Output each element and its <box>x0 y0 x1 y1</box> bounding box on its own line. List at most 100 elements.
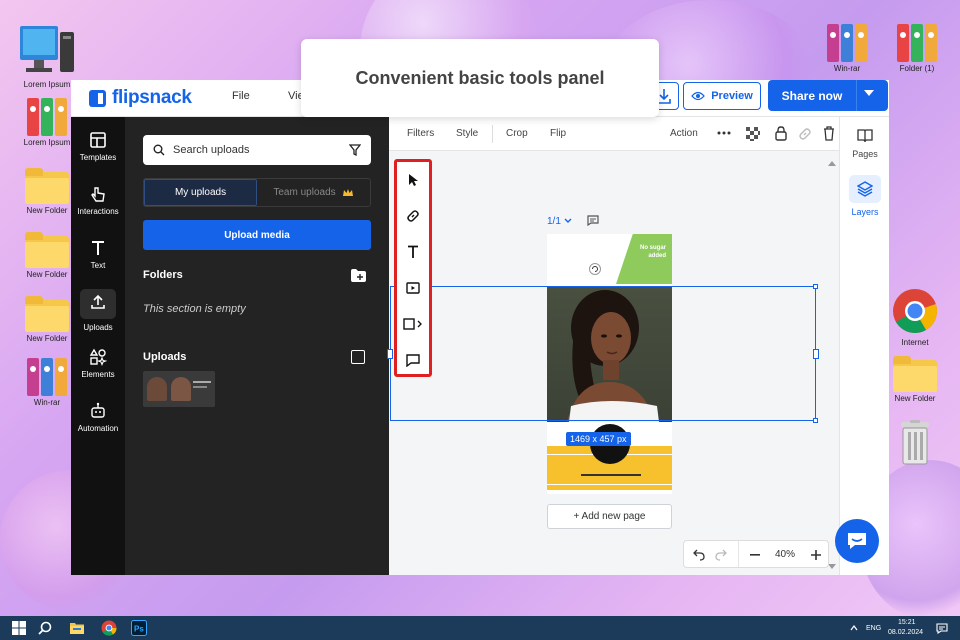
language-indicator[interactable]: ENG <box>866 625 881 632</box>
desktop-icon-winrar[interactable]: Win-rar <box>815 22 879 73</box>
scroll-down-icon <box>828 564 836 569</box>
desktop-icon-label: Lorem Ipsum <box>23 138 71 147</box>
nav-item-interactions[interactable]: Interactions <box>73 185 123 216</box>
tab-team-label: Team uploads <box>273 187 336 198</box>
search-uploads-input[interactable]: Search uploads <box>143 135 371 165</box>
nav-item-uploads[interactable]: Uploads <box>73 289 123 332</box>
eye-icon <box>691 91 706 101</box>
file-explorer-icon[interactable] <box>69 620 85 636</box>
desktop-icon-folder[interactable]: New Folder <box>15 296 79 343</box>
uploads-title: Uploads <box>143 351 187 363</box>
upload-icon <box>91 294 105 309</box>
desktop-icon-folder[interactable]: New Folder <box>15 232 79 279</box>
search-icon[interactable] <box>37 620 53 636</box>
clock-date[interactable]: 08.02.2024 <box>888 629 923 636</box>
crop-button[interactable]: Crop <box>506 128 528 139</box>
nav-label: Elements <box>81 370 115 379</box>
flipsnack-logo[interactable]: flipsnack <box>89 87 192 109</box>
comment-tool[interactable] <box>397 348 429 372</box>
right-item-layers[interactable]: Layers <box>840 175 890 217</box>
add-folder-icon[interactable] <box>351 269 366 282</box>
resize-handle[interactable] <box>813 418 818 423</box>
pages-icon <box>857 129 873 143</box>
binders-icon <box>25 96 69 136</box>
binders-icon <box>895 22 939 62</box>
shape-tool[interactable] <box>397 312 429 336</box>
folder-icon <box>25 296 69 332</box>
chevron-down-icon[interactable] <box>864 90 874 96</box>
tray-chevron-icon[interactable] <box>850 625 858 631</box>
more-icon[interactable] <box>717 131 731 135</box>
add-new-page-button[interactable]: + Add new page <box>547 504 672 529</box>
link-icon <box>407 210 419 222</box>
filters-button[interactable]: Filters <box>407 128 434 139</box>
page-indicator[interactable]: 1/1 <box>547 216 572 227</box>
zoom-in-icon[interactable] <box>811 550 821 560</box>
select-all-checkbox[interactable] <box>351 350 365 364</box>
resize-handle[interactable] <box>813 349 819 359</box>
chrome-taskbar-icon[interactable] <box>101 620 117 636</box>
upload-media-button[interactable]: Upload media <box>143 220 371 250</box>
desktop-icon-winrar[interactable]: Win-rar <box>15 356 79 407</box>
nav-item-templates[interactable]: Templates <box>73 131 123 162</box>
desktop-icon-folder[interactable]: New Folder <box>883 356 947 403</box>
desktop-icon-folder[interactable]: New Folder <box>15 168 79 215</box>
redo-icon[interactable] <box>715 549 727 561</box>
desktop-icon-binders[interactable]: Folder (1) <box>885 22 949 73</box>
tab-team-uploads[interactable]: Team uploads <box>257 179 370 206</box>
resize-handle[interactable] <box>813 284 818 289</box>
nav-active-box <box>80 289 116 319</box>
comment-icon[interactable] <box>587 215 599 226</box>
flip-button[interactable]: Flip <box>550 128 566 139</box>
chevron-down-icon <box>564 218 572 223</box>
lock-icon[interactable] <box>775 126 787 141</box>
delete-icon[interactable] <box>823 126 835 141</box>
desktop-icon-chrome[interactable]: Internet <box>883 288 947 347</box>
share-now-button[interactable]: Share now <box>768 80 888 111</box>
desktop-icon-binders[interactable]: Lorem Ipsum <box>15 96 79 147</box>
right-active-box <box>849 175 881 203</box>
search-icon <box>153 144 165 156</box>
desktop-icon-label: Folder (1) <box>899 64 935 73</box>
clock-time[interactable]: 15:21 <box>898 619 916 626</box>
desktop-icon-computer[interactable]: Lorem Ipsum <box>15 24 79 89</box>
nav-item-elements[interactable]: Elements <box>73 348 123 379</box>
media-tool[interactable] <box>397 276 429 300</box>
photoshop-icon[interactable]: Ps <box>131 620 147 636</box>
page-header-section: No sugar added <box>547 234 672 286</box>
desktop-icon-label: New Folder <box>26 334 68 343</box>
text-tool[interactable] <box>397 240 429 264</box>
preview-button[interactable]: Preview <box>683 82 761 110</box>
cursor-icon <box>409 174 418 186</box>
video-icon <box>406 282 420 294</box>
menu-file[interactable]: File <box>232 90 250 102</box>
right-item-label: Layers <box>851 207 879 217</box>
rotate-handle-icon[interactable] <box>589 263 601 275</box>
vertical-scrollbar[interactable] <box>828 160 836 570</box>
chrome-icon <box>893 289 938 333</box>
desktop-icon-recycle-bin[interactable] <box>883 420 947 468</box>
transparency-icon[interactable] <box>746 127 760 141</box>
nav-item-automation[interactable]: Automation <box>73 402 123 433</box>
link-tool[interactable] <box>397 204 429 228</box>
style-button[interactable]: Style <box>456 128 478 139</box>
action-button[interactable]: Action <box>670 128 698 139</box>
windows-start-icon[interactable] <box>11 620 27 636</box>
zoom-out-icon[interactable] <box>750 554 760 556</box>
text-icon <box>408 245 418 258</box>
callout-banner: Convenient basic tools panel <box>301 39 659 117</box>
upload-thumbnail[interactable] <box>143 371 215 407</box>
chat-support-button[interactable] <box>835 519 879 563</box>
undo-icon[interactable] <box>693 549 705 561</box>
desktop-icon-label: Win-rar <box>833 64 861 73</box>
folder-icon <box>25 232 69 268</box>
nav-label: Interactions <box>77 207 119 216</box>
resize-handle[interactable] <box>387 349 393 359</box>
selection-box[interactable] <box>387 284 819 423</box>
select-tool[interactable] <box>397 168 429 192</box>
notification-icon[interactable] <box>936 623 948 634</box>
right-item-pages[interactable]: Pages <box>840 129 890 159</box>
tab-my-uploads[interactable]: My uploads <box>144 179 258 206</box>
filter-icon[interactable] <box>349 144 361 156</box>
nav-item-text[interactable]: Text <box>73 239 123 270</box>
